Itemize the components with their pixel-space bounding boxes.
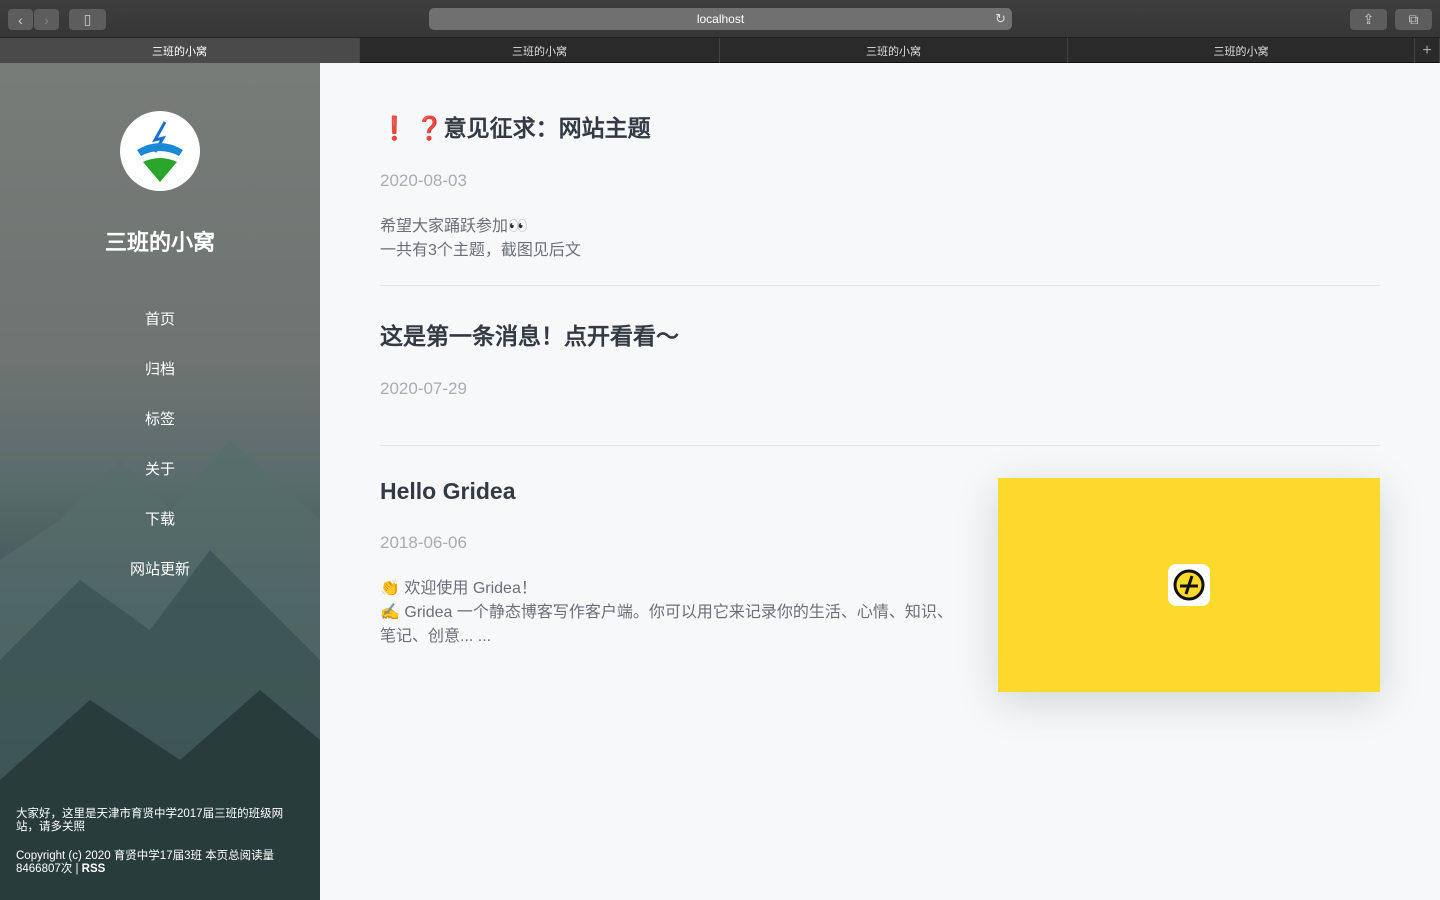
copyright-text: Copyright (c) 2020 育贤中学17届3班 本页总阅读量84668…	[16, 850, 275, 875]
forward-button[interactable]: ›	[34, 9, 59, 30]
nav-archive[interactable]: 归档	[0, 358, 320, 379]
excerpt-line: 👏 欢迎使用 Gridea！	[380, 580, 537, 597]
post-item: 这是第一条消息！点开看看～ 2020-07-29	[380, 286, 1380, 446]
nav-tags[interactable]: 标签	[0, 408, 320, 429]
reload-icon[interactable]: ↻	[995, 11, 1006, 27]
excerpt-line: 希望大家踊跃参加👀	[380, 218, 528, 235]
tab-bar: 三班的小窝 三班的小窝 三班的小窝 三班的小窝 +	[0, 38, 1440, 63]
url-text: localhost	[696, 12, 745, 26]
post-date: 2020-08-03	[380, 171, 467, 190]
post-feature-image[interactable]	[998, 478, 1380, 692]
share-icon[interactable]: ⇪	[1350, 9, 1387, 30]
post-item: ❗ ❓意见征求：网站主题 2020-08-03 希望大家踊跃参加👀 一共有3个主题…	[380, 63, 1380, 286]
browser-toolbar: ‹ › ▯ localhost ↻ ⇪ ⧉	[0, 0, 1440, 38]
sidebar: 三班的小窝 首页 归档 标签 关于 下载 网站更新 大家好，这里是天津市育贤中学…	[0, 63, 320, 900]
rss-link[interactable]: RSS	[82, 863, 106, 875]
tabs-overview-icon[interactable]: ⧉	[1395, 9, 1432, 30]
post-excerpt: 👏 欢迎使用 Gridea！ ✍️ Gridea 一个静态博客写作客户端。你可以用…	[380, 577, 960, 649]
nav-about[interactable]: 关于	[0, 458, 320, 479]
tab-1[interactable]: 三班的小窝	[0, 38, 360, 63]
post-list: ❗ ❓意见征求：网站主题 2020-08-03 希望大家踊跃参加👀 一共有3个主题…	[380, 63, 1380, 706]
site-title: 三班的小窝	[104, 230, 215, 255]
post-excerpt: 希望大家踊跃参加👀 一共有3个主题，截图见后文	[380, 215, 1380, 263]
tab-4[interactable]: 三班的小窝	[1068, 38, 1415, 63]
excerpt-line: ✍️ Gridea 一个静态博客写作客户端。你可以用它来记录你的生活、心情、知识…	[380, 604, 953, 645]
nav-updates[interactable]: 网站更新	[0, 558, 320, 579]
gridea-logo-icon	[1168, 564, 1210, 606]
tab-2[interactable]: 三班的小窝	[360, 38, 720, 63]
copyright: Copyright (c) 2020 育贤中学17届3班 本页总阅读量84668…	[16, 850, 306, 876]
site-logo[interactable]	[120, 111, 200, 191]
post-date: 2020-07-29	[380, 379, 467, 398]
post-title[interactable]: 这是第一条消息！点开看看～	[380, 317, 1380, 351]
excerpt-line: 一共有3个主题，截图见后文	[380, 242, 581, 259]
nav-home[interactable]: 首页	[0, 308, 320, 329]
address-bar[interactable]: localhost ↻	[429, 8, 1012, 30]
post-item: Hello Gridea 2018-06-06 👏 欢迎使用 Gridea！ ✍️…	[380, 446, 1380, 706]
tab-3[interactable]: 三班的小窝	[720, 38, 1068, 63]
back-button[interactable]: ‹	[8, 9, 33, 30]
new-tab-button[interactable]: +	[1415, 38, 1440, 63]
sidebar-toggle-icon[interactable]: ▯	[69, 9, 106, 30]
nav-download[interactable]: 下载	[0, 508, 320, 529]
site-intro: 大家好，这里是天津市育贤中学2017届三班的班级网站，请多关照	[16, 808, 284, 833]
post-title[interactable]: ❗ ❓意见征求：网站主题	[380, 109, 1380, 143]
